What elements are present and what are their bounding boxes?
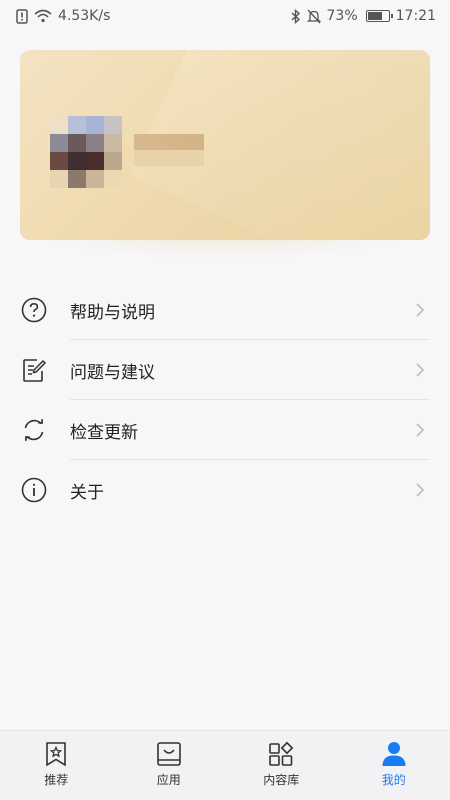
menu-item-label: 问题与建议 [70,362,155,383]
nav-label: 内容库 [263,773,300,787]
settings-menu: 帮助与说明 问题与建议 检查更新 关于 [0,280,450,520]
status-bar: 4.53K/s 73% 17:21 [0,0,450,32]
chevron-right-icon [412,362,428,378]
menu-item-label: 检查更新 [70,422,138,443]
bottom-nav: 推荐 应用 内容库 我的 [0,730,450,800]
nav-item-mine[interactable]: 我的 [338,731,450,800]
feedback-edit-icon [20,356,48,384]
nav-item-apps[interactable]: 应用 [113,731,226,800]
clock: 17:21 [395,8,436,24]
menu-item-feedback[interactable]: 问题与建议 [0,340,450,400]
grid-shapes-icon [268,741,294,767]
battery-icon [365,10,393,22]
menu-item-label: 帮助与说明 [70,302,155,323]
bell-off-icon [306,9,321,24]
status-bar-left: 4.53K/s [16,8,110,24]
chevron-right-icon [412,422,428,438]
avatar[interactable] [50,116,122,188]
status-bar-right: 73% 17:21 [291,8,436,24]
battery-level-fill [367,12,383,20]
help-circle-icon [20,296,48,324]
nav-item-recommend[interactable]: 推荐 [0,731,113,800]
profile-card[interactable] [20,50,430,240]
menu-item-label: 关于 [70,482,104,503]
menu-item-check-update[interactable]: 检查更新 [0,400,450,460]
wifi-icon [34,9,52,23]
username-blurred-shadow [134,150,204,166]
sim-alert-icon [16,8,28,24]
battery-percent: 73% [326,8,358,24]
username-blurred [134,134,204,150]
chevron-right-icon [412,482,428,498]
person-icon [381,741,407,767]
bookmark-star-icon [43,741,69,767]
nav-item-content-library[interactable]: 内容库 [225,731,338,800]
refresh-icon [20,416,48,444]
menu-item-help[interactable]: 帮助与说明 [0,280,450,340]
network-speed: 4.53K/s [58,8,111,24]
shopping-bag-icon [156,741,182,767]
info-circle-icon [20,476,48,504]
chevron-right-icon [412,302,428,318]
menu-item-about[interactable]: 关于 [0,460,450,520]
nav-label: 推荐 [44,773,69,787]
nav-label: 我的 [381,773,406,787]
bluetooth-icon [291,8,301,24]
nav-label: 应用 [156,773,181,787]
